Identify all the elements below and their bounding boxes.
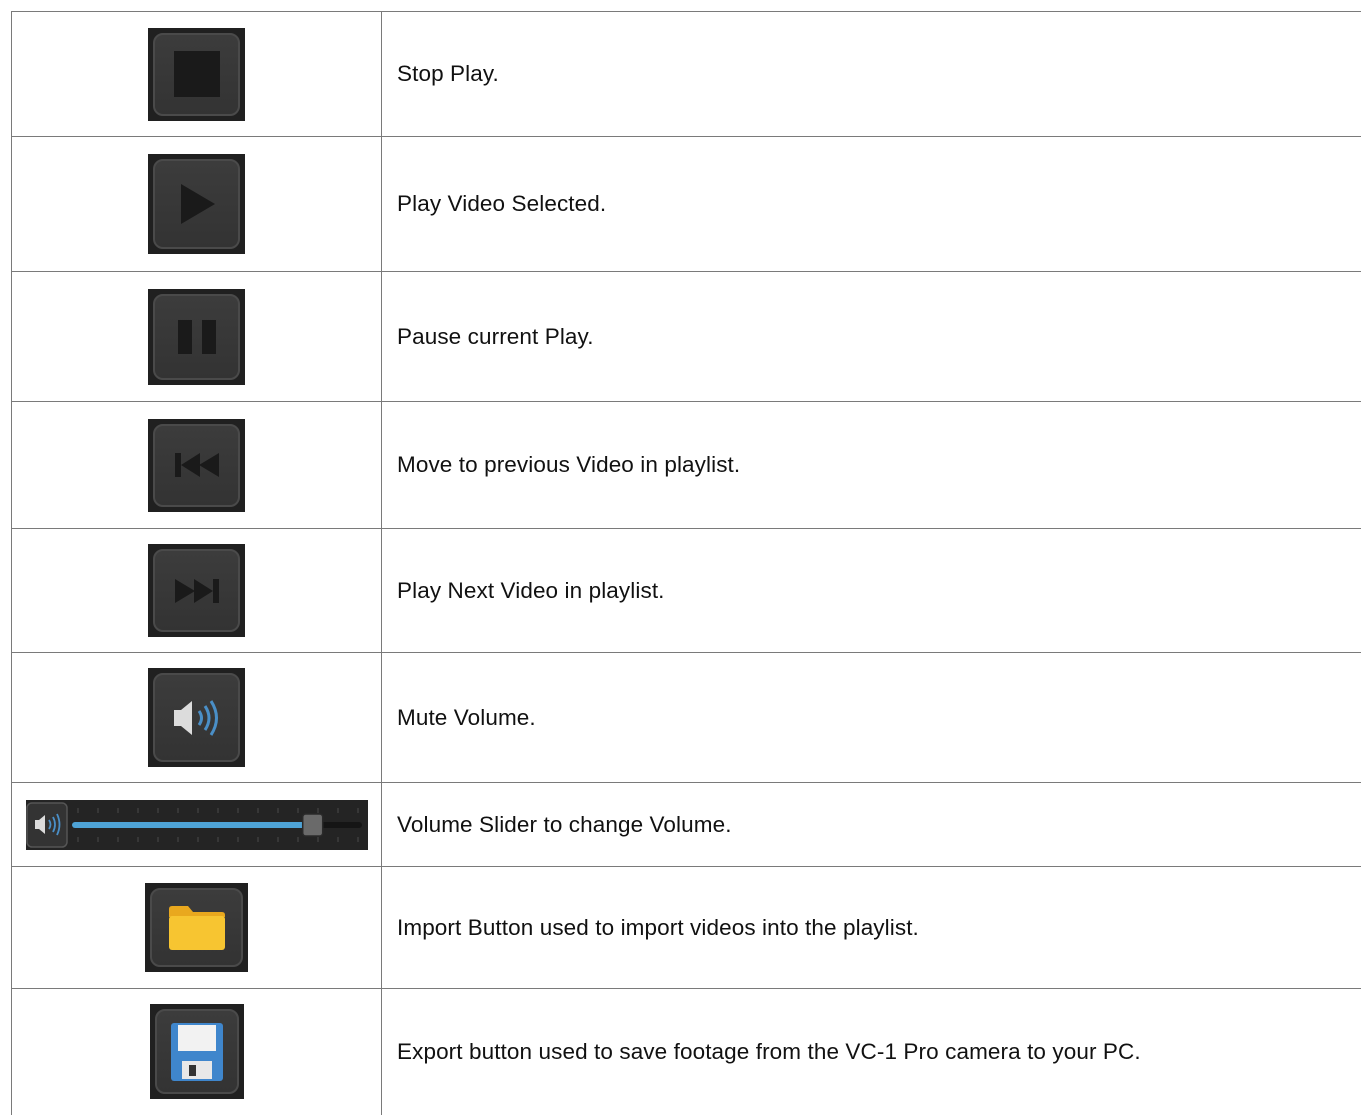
description-cell: Volume Slider to change Volume. [382,783,1361,867]
table-row: Import Button used to import videos into… [12,867,1361,989]
play-button[interactable] [148,154,245,254]
volume-slider[interactable] [26,800,368,850]
description-cell: Play Next Video in playlist. [382,529,1361,653]
stop-icon [172,49,222,99]
control-description: Play Next Video in playlist. [397,578,665,603]
pause-button[interactable] [148,289,245,385]
control-description: Mute Volume. [397,705,536,730]
control-description: Volume Slider to change Volume. [397,812,732,837]
control-description: Pause current Play. [397,324,594,349]
speaker-icon [168,695,226,741]
floppy-disk-icon [169,1021,225,1083]
play-icon [177,181,217,227]
table-row: Mute Volume. [12,653,1361,783]
description-cell: Play Video Selected. [382,137,1361,272]
control-description: Move to previous Video in playlist. [397,452,740,477]
volume-fill [72,822,313,828]
description-cell: Export button used to save footage from … [382,989,1361,1115]
description-cell: Mute Volume. [382,653,1361,783]
control-description: Play Video Selected. [397,191,606,216]
pause-icon [175,317,219,357]
table-row: Pause current Play. [12,272,1361,402]
icon-cell [12,402,382,529]
next-track-icon [173,577,221,605]
description-cell: Pause current Play. [382,272,1361,402]
volume-slider-speaker-button[interactable] [27,803,67,847]
description-cell: Stop Play. [382,12,1361,137]
volume-slider-graphic [26,800,368,850]
control-description: Stop Play. [397,61,499,86]
icon-cell [12,989,382,1115]
import-button[interactable] [145,883,248,972]
table-row: Move to previous Video in playlist. [12,402,1361,529]
table-row: Volume Slider to change Volume. [12,783,1361,867]
stop-button[interactable] [148,28,245,121]
icon-cell [12,529,382,653]
table-row: Play Next Video in playlist. [12,529,1361,653]
control-description: Import Button used to import videos into… [397,915,919,940]
icon-cell [12,12,382,137]
export-button[interactable] [150,1004,244,1099]
player-controls-reference-table: Stop Play. Play Video Selected. [11,11,1361,1115]
folder-icon [166,903,228,953]
volume-thumb[interactable] [302,814,322,836]
next-button[interactable] [148,544,245,637]
icon-cell [12,783,382,867]
control-description: Export button used to save footage from … [397,1039,1141,1064]
description-cell: Move to previous Video in playlist. [382,402,1361,529]
description-cell: Import Button used to import videos into… [382,867,1361,989]
mute-button[interactable] [148,668,245,767]
icon-cell [12,653,382,783]
previous-track-icon [173,451,221,479]
icon-cell [12,867,382,989]
previous-button[interactable] [148,419,245,512]
icon-cell [12,137,382,272]
table-row: Export button used to save footage from … [12,989,1361,1115]
icon-cell [12,272,382,402]
table-row: Play Video Selected. [12,137,1361,272]
table-row: Stop Play. [12,12,1361,137]
